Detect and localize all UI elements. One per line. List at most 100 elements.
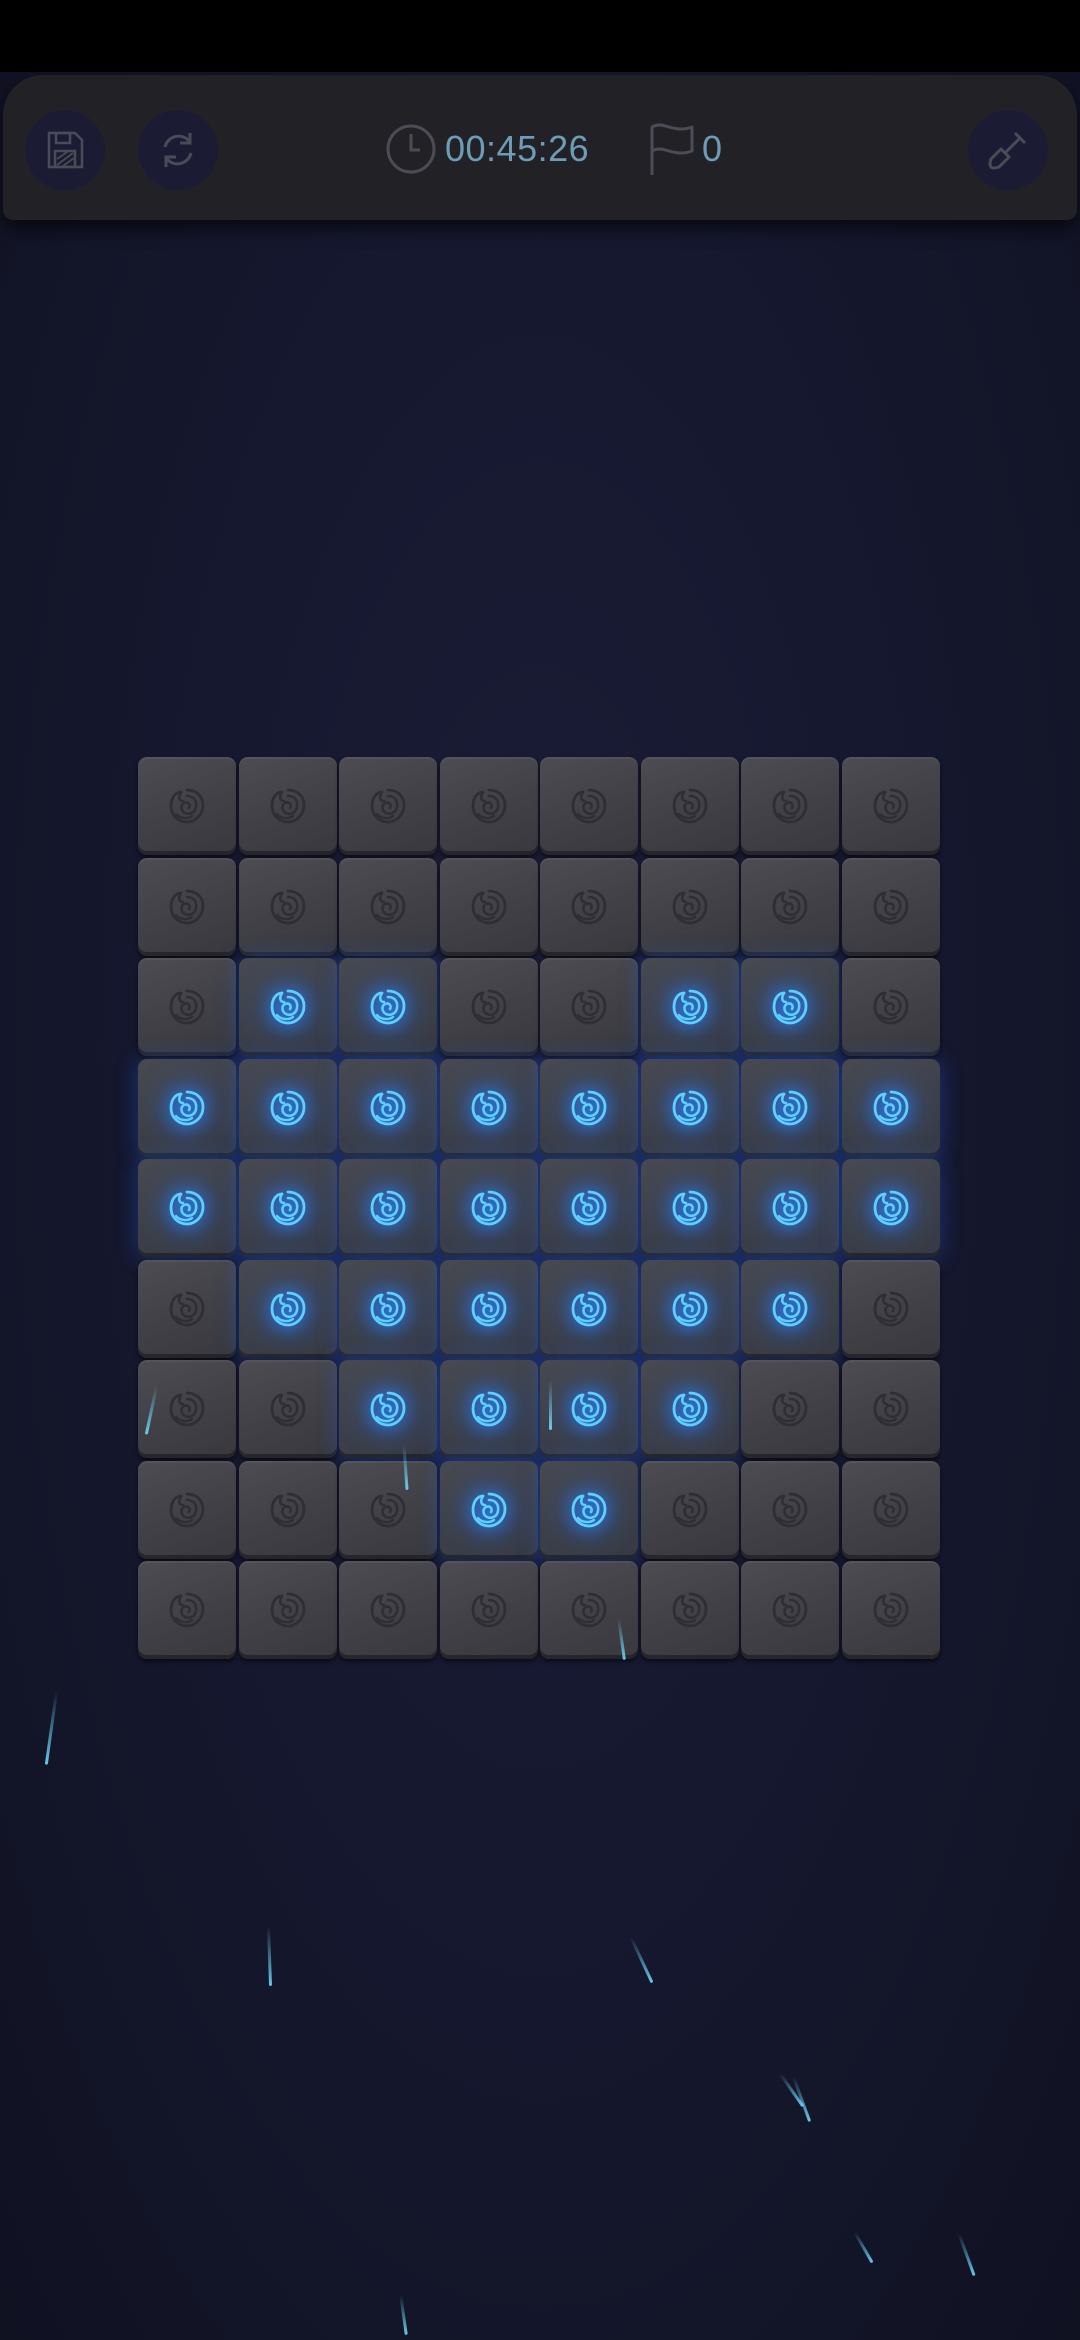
rose-icon (471, 1190, 507, 1226)
board-tile[interactable] (440, 958, 538, 1056)
board-tile[interactable] (138, 1059, 236, 1157)
board-tile[interactable] (641, 757, 739, 855)
board-tile[interactable] (339, 1059, 437, 1157)
rain-streak (791, 2075, 812, 2123)
rose-icon (772, 1492, 808, 1528)
save-button[interactable] (25, 110, 105, 190)
board-tile[interactable] (842, 1461, 940, 1559)
rose-icon (571, 1090, 607, 1126)
board-tile[interactable] (540, 1260, 638, 1358)
rose-icon (571, 788, 607, 824)
top-toolbar: 00:45:26 0 (3, 75, 1077, 220)
board-tile[interactable] (239, 1461, 337, 1559)
board-tile[interactable] (540, 858, 638, 956)
board-tile[interactable] (540, 1059, 638, 1157)
board-tile[interactable] (339, 1360, 437, 1458)
restart-button[interactable] (138, 110, 218, 190)
floppy-disk-icon (47, 131, 84, 169)
board-tile[interactable] (440, 1561, 538, 1659)
rose-icon (672, 1492, 708, 1528)
board-tile[interactable] (741, 958, 839, 1056)
board-tile[interactable] (741, 757, 839, 855)
rose-icon (571, 1492, 607, 1528)
board-tile[interactable] (339, 1561, 437, 1659)
board-tile[interactable] (540, 1360, 638, 1458)
board-tile[interactable] (641, 1360, 739, 1458)
rose-icon (270, 889, 306, 925)
board-tile[interactable] (440, 858, 538, 956)
board-tile[interactable] (239, 1059, 337, 1157)
board-tile[interactable] (138, 757, 236, 855)
board-tile[interactable] (641, 1561, 739, 1659)
board-tile[interactable] (842, 1260, 940, 1358)
board-tile[interactable] (339, 958, 437, 1056)
status-bar (0, 0, 1080, 72)
flag-counter: 0 (646, 117, 722, 181)
rose-icon (571, 1291, 607, 1327)
board-tile[interactable] (741, 1159, 839, 1257)
board-tile[interactable] (741, 1260, 839, 1358)
board-tile[interactable] (239, 1360, 337, 1458)
board-tile[interactable] (239, 858, 337, 956)
board-tile[interactable] (138, 1561, 236, 1659)
dig-tool-button[interactable] (968, 110, 1048, 190)
board-tile[interactable] (641, 1260, 739, 1358)
board-tile[interactable] (239, 958, 337, 1056)
board-tile[interactable] (440, 1360, 538, 1458)
board-tile[interactable] (842, 958, 940, 1056)
board-tile[interactable] (540, 1159, 638, 1257)
board-tile[interactable] (842, 1159, 940, 1257)
board-tile[interactable] (741, 858, 839, 956)
rose-icon (772, 1190, 808, 1226)
board-tile[interactable] (641, 958, 739, 1056)
board-tile[interactable] (641, 858, 739, 956)
board-tile[interactable] (440, 1260, 538, 1358)
board-tile[interactable] (440, 757, 538, 855)
board-tile[interactable] (741, 1360, 839, 1458)
board-tile[interactable] (138, 1260, 236, 1358)
board-tile[interactable] (641, 1159, 739, 1257)
rose-icon (571, 989, 607, 1025)
game-board (138, 757, 940, 1659)
board-tile[interactable] (138, 958, 236, 1056)
board-tile[interactable] (540, 757, 638, 855)
board-tile[interactable] (440, 1059, 538, 1157)
rose-icon (270, 989, 306, 1025)
rose-icon (471, 1492, 507, 1528)
board-tile[interactable] (641, 1059, 739, 1157)
board-tile[interactable] (339, 1159, 437, 1257)
rose-icon (270, 1291, 306, 1327)
board-tile[interactable] (741, 1059, 839, 1157)
board-tile[interactable] (842, 757, 940, 855)
board-tile[interactable] (741, 1461, 839, 1559)
board-tile[interactable] (239, 1260, 337, 1358)
rose-icon (270, 1391, 306, 1427)
board-tile[interactable] (239, 757, 337, 855)
rose-icon (772, 889, 808, 925)
board-tile[interactable] (540, 1461, 638, 1559)
board-tile[interactable] (842, 858, 940, 956)
board-tile[interactable] (239, 1159, 337, 1257)
rose-icon (672, 989, 708, 1025)
board-tile[interactable] (339, 858, 437, 956)
board-tile[interactable] (842, 1360, 940, 1458)
board-tile[interactable] (540, 958, 638, 1056)
board-tile[interactable] (440, 1461, 538, 1559)
board-tile[interactable] (138, 1159, 236, 1257)
board-tile[interactable] (842, 1561, 940, 1659)
board-tile[interactable] (641, 1461, 739, 1559)
rose-icon (772, 989, 808, 1025)
board-tile[interactable] (440, 1159, 538, 1257)
rose-icon (571, 1391, 607, 1427)
board-tile[interactable] (741, 1561, 839, 1659)
board-tile[interactable] (842, 1059, 940, 1157)
board-tile[interactable] (239, 1561, 337, 1659)
board-tile[interactable] (339, 1461, 437, 1559)
game-screen: 00:45:26 0 (0, 0, 1080, 2340)
board-tile[interactable] (339, 1260, 437, 1358)
board-tile[interactable] (138, 1461, 236, 1559)
rose-icon (471, 1090, 507, 1126)
board-tile[interactable] (339, 757, 437, 855)
board-tile[interactable] (138, 858, 236, 956)
rain-streak (549, 1380, 552, 1430)
